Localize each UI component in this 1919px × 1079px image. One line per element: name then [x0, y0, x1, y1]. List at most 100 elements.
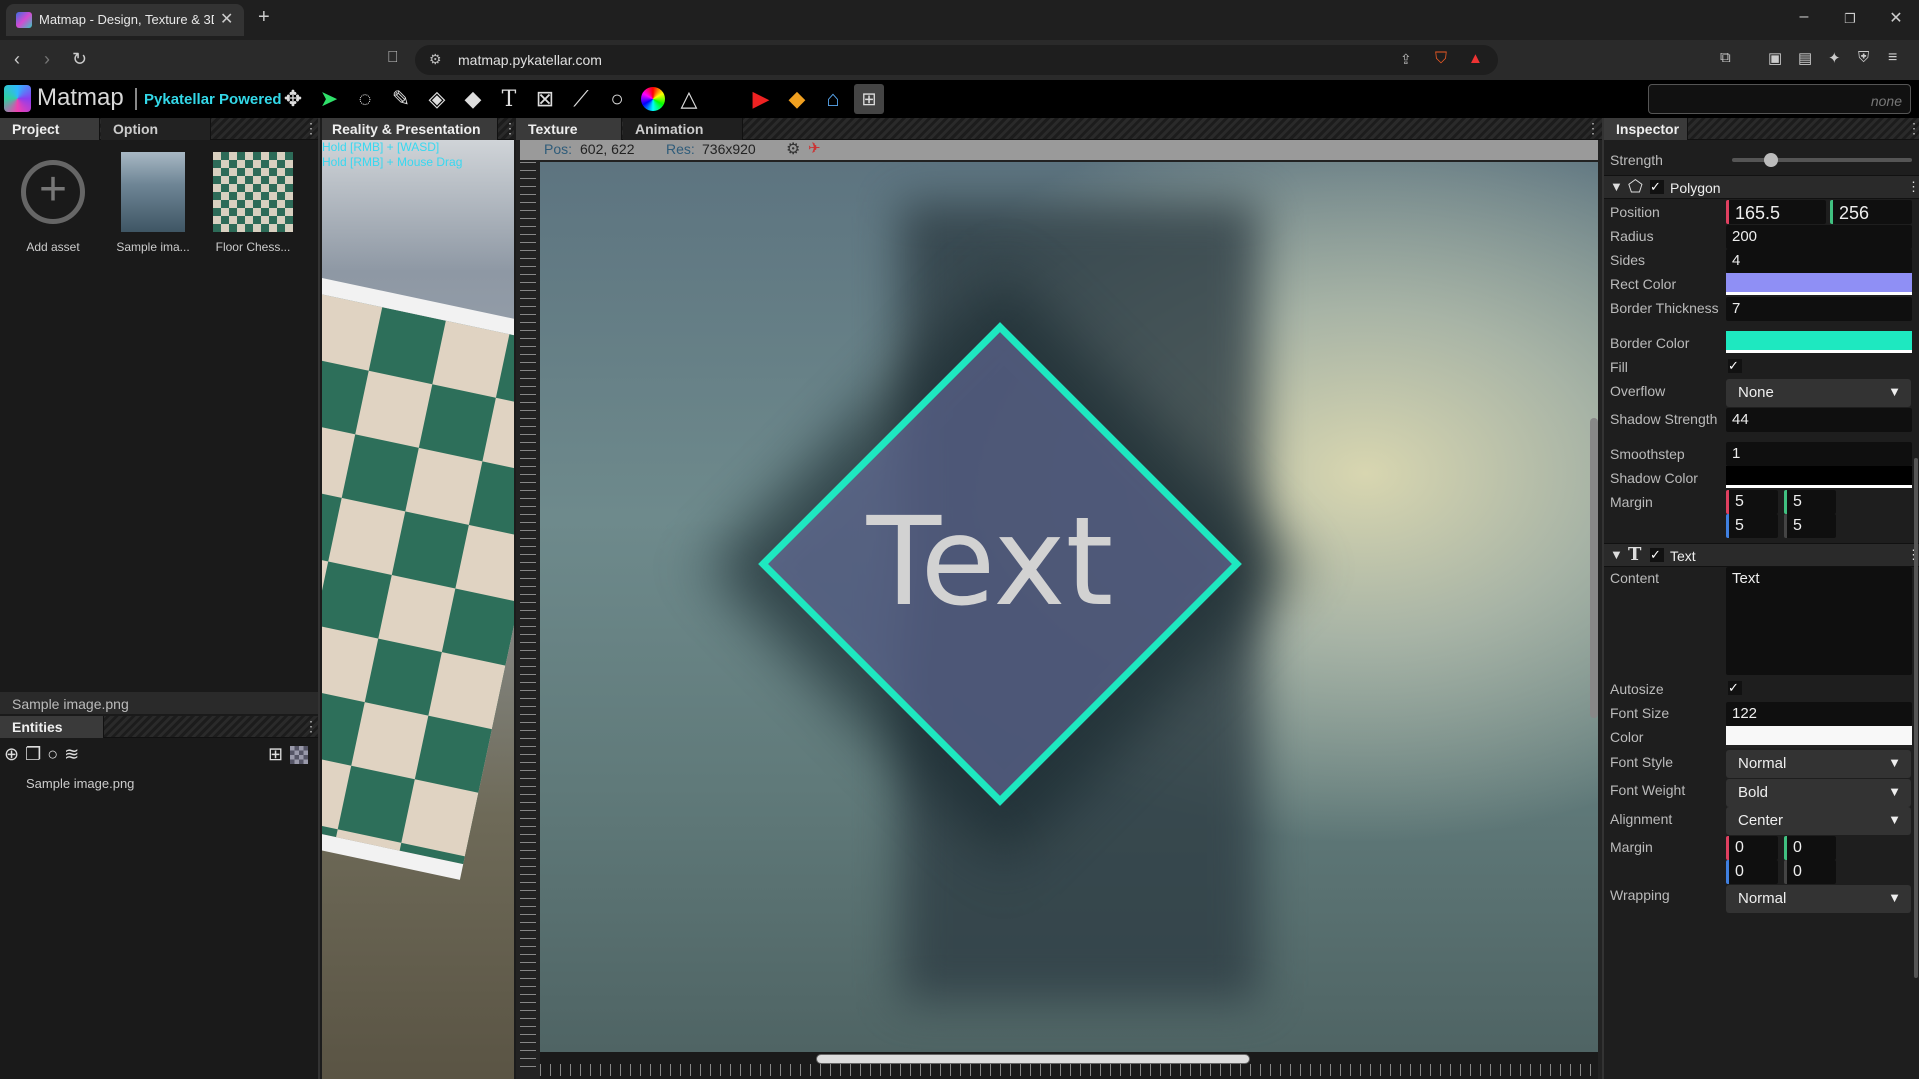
vertical-scrollbar[interactable] [1590, 418, 1598, 718]
tab-reality-presentation[interactable]: Reality & Presentation [322, 118, 498, 140]
collapse-arrow-icon[interactable]: ▼ [1610, 179, 1623, 194]
panel-menu-icon[interactable]: ⋮ [304, 120, 318, 137]
text-margin-left[interactable]: 0 [1726, 836, 1778, 860]
position-y-input[interactable]: 256 [1830, 200, 1912, 224]
canvas-text[interactable]: Text [730, 492, 1250, 632]
menu-icon[interactable]: ≡ [1888, 49, 1897, 67]
entity-item[interactable]: Sample image.png [26, 776, 134, 791]
address-bar[interactable]: ⚙ matmap.pykatellar.com ⇪ ⛉ ▲ [415, 45, 1498, 75]
text-margin-right[interactable]: 0 [1726, 860, 1778, 884]
text-tool-icon[interactable]: T [494, 84, 524, 114]
new-tab-icon[interactable]: + [258, 6, 270, 29]
content-textarea[interactable]: Text [1726, 567, 1912, 675]
back-icon[interactable]: ‹ [14, 49, 20, 70]
color-wheel-icon[interactable] [641, 87, 665, 111]
move-icon[interactable]: ✥ [278, 84, 308, 114]
triangle-icon[interactable]: △ [674, 84, 704, 114]
gem-icon[interactable]: ◆ [782, 84, 812, 114]
mid-panel-menu-icon[interactable]: ⋮ [503, 120, 514, 137]
reload-icon[interactable]: ↻ [72, 49, 87, 70]
shadow-strength-input[interactable]: 44 [1726, 408, 1912, 432]
screenshot-icon[interactable]: ⧉ [1720, 49, 1731, 66]
entities-menu-icon[interactable]: ⋮ [304, 718, 318, 735]
eraser-icon[interactable]: ◆ [458, 84, 488, 114]
font-weight-dropdown[interactable]: Bold ▼ [1726, 779, 1911, 807]
youtube-icon[interactable]: ▶ [746, 84, 776, 114]
pin-icon[interactable]: ✈ [808, 139, 821, 157]
graduation-cap-icon[interactable]: ⌂ [818, 84, 848, 114]
ellipse-icon[interactable]: ○ [602, 84, 632, 114]
border-thickness-input[interactable]: 7 [1726, 297, 1912, 321]
text-enabled-checkbox[interactable]: ✓ [1650, 548, 1664, 562]
inspector-scrollbar[interactable] [1914, 458, 1918, 978]
asset-floor-chess[interactable]: Floor Chess... [208, 152, 298, 254]
close-tab-icon[interactable]: ✕ [220, 9, 233, 29]
pen-icon[interactable]: ✎ [386, 84, 416, 114]
font-style-dropdown[interactable]: Normal ▼ [1726, 750, 1911, 778]
tab-entities[interactable]: Entities [0, 716, 104, 738]
circle-icon[interactable]: ○ [47, 744, 58, 765]
settings-gear-icon[interactable]: ⚙ [786, 139, 800, 159]
smoothstep-input[interactable]: 1 [1726, 442, 1912, 466]
strength-slider-track[interactable] [1732, 158, 1912, 162]
texture-menu-icon[interactable]: ⋮ [1586, 120, 1600, 137]
minimize-icon[interactable]: – [1790, 8, 1818, 26]
polygon-section-header[interactable]: ▼ ⬠ ✓ Polygon ⋮ [1604, 175, 1919, 199]
fill-checkbox[interactable]: ✓ [1728, 359, 1742, 373]
lasso-icon[interactable]: ◌ [350, 84, 380, 114]
site-info-icon[interactable]: ⚙ [429, 51, 442, 68]
checker-icon[interactable] [290, 746, 308, 764]
add-asset-button[interactable]: + Add asset [8, 152, 98, 254]
polygon-margin-left[interactable]: 5 [1726, 490, 1778, 514]
transform-icon[interactable]: ⊠ [530, 84, 560, 114]
restore-icon[interactable]: ❐ [1836, 11, 1864, 27]
browser-tab[interactable]: Matmap - Design, Texture & 3D ✕ [6, 4, 244, 36]
horizontal-scrollbar[interactable] [816, 1054, 1250, 1064]
asset-sample-image[interactable]: Sample ima... [108, 152, 198, 254]
bookmark-icon[interactable]: ⎕ [388, 49, 398, 67]
forward-icon[interactable]: › [44, 49, 50, 70]
fill-bucket-icon[interactable]: ◈ [422, 84, 452, 114]
autosize-checkbox[interactable]: ✓ [1728, 681, 1742, 695]
tab-option[interactable]: Option [101, 118, 211, 140]
vpn-icon[interactable]: ⛨ [1858, 49, 1869, 66]
rect-color-swatch[interactable] [1726, 273, 1912, 295]
text-margin-bottom[interactable]: 0 [1784, 860, 1836, 884]
brave-shield-icon[interactable]: ⛉ [1435, 50, 1447, 68]
wrapping-dropdown[interactable]: Normal ▼ [1726, 885, 1911, 913]
select-arrow-icon[interactable]: ➤ [314, 84, 344, 114]
polygon-margin-bottom[interactable]: 5 [1784, 514, 1836, 538]
collapse-arrow-icon[interactable]: ▼ [1610, 547, 1623, 562]
share-icon[interactable]: ⇪ [1400, 51, 1412, 68]
search-input[interactable]: none [1648, 84, 1911, 114]
line-icon[interactable]: ⟋ [566, 84, 596, 114]
radius-input[interactable]: 200 [1726, 225, 1912, 249]
tab-inspector[interactable]: Inspector [1604, 118, 1688, 140]
position-x-input[interactable]: 165.5 [1726, 200, 1826, 224]
texture-canvas[interactable]: Text [540, 162, 1598, 1052]
wallet-icon[interactable]: ▤ [1798, 49, 1812, 67]
overflow-dropdown[interactable]: None ▼ [1726, 379, 1911, 407]
text-section-header[interactable]: ▼ T ✓ Text ⋮ [1604, 543, 1919, 567]
close-window-icon[interactable]: ✕ [1882, 8, 1910, 28]
inspector-menu-icon[interactable]: ⋮ [1907, 120, 1919, 137]
polygon-margin-top[interactable]: 5 [1784, 490, 1836, 514]
shadow-color-swatch[interactable] [1726, 466, 1912, 488]
add-layer-icon[interactable]: ⊞ [268, 744, 283, 765]
tab-texture[interactable]: Texture [516, 118, 622, 140]
sidebar-icon[interactable]: ▣ [1768, 49, 1782, 67]
tab-project[interactable]: Project [0, 118, 100, 140]
tab-animation[interactable]: Animation [623, 118, 743, 140]
polygon-margin-right[interactable]: 5 [1726, 514, 1778, 538]
text-margin-top[interactable]: 0 [1784, 836, 1836, 860]
leo-icon[interactable]: ✦ [1828, 49, 1841, 67]
sides-input[interactable]: 4 [1726, 249, 1912, 273]
border-color-swatch[interactable] [1726, 331, 1912, 353]
cart-icon[interactable]: ⊞ [854, 84, 884, 114]
strength-slider-handle[interactable] [1764, 153, 1778, 167]
font-size-input[interactable]: 122 [1726, 702, 1912, 726]
layers-icon[interactable]: ≋ [64, 744, 79, 765]
polygon-menu-icon[interactable]: ⋮ [1907, 179, 1919, 195]
text-color-swatch[interactable] [1726, 726, 1912, 748]
rewards-icon[interactable]: ▲ [1468, 50, 1483, 67]
